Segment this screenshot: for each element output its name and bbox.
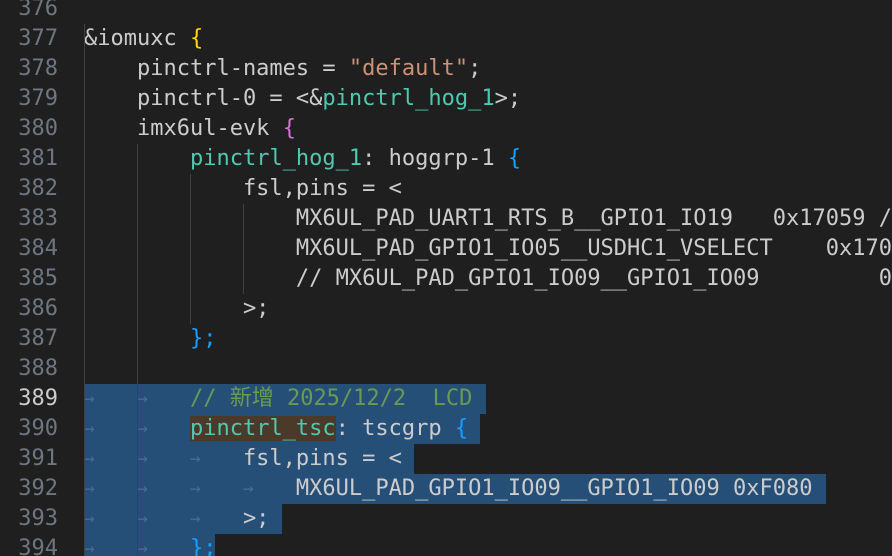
code-line[interactable]: 382 fsl,pins = < [0, 174, 892, 204]
code-token: MX6UL_PAD_GPIO1_IO05__USDHC1_VSELECT 0x1… [84, 236, 892, 261]
code-line[interactable]: 379 pinctrl-0 = <&pinctrl_hog_1>; [0, 84, 892, 114]
code-token: >; [84, 506, 270, 531]
code-token: MX6UL_PAD_UART1_RTS_B__GPIO1_IO19 0x1705… [84, 206, 892, 231]
line-number: 385 [18, 266, 58, 291]
code-line[interactable]: → → 394 }; [0, 534, 892, 556]
line-number: 389 [18, 386, 58, 411]
line-number: 377 [18, 26, 58, 51]
code-line[interactable]: → → 389 // 新增 2025/12/2 LCD [0, 384, 892, 414]
code-token: pinctrl_tsc [189, 416, 336, 441]
code-token: pinctrl_hog_1 [322, 86, 495, 111]
code-line[interactable]: → → → 391 fsl,pins = < [0, 444, 892, 474]
line-number: 393 [18, 506, 58, 531]
line-number: 387 [18, 326, 58, 351]
indent-guide [84, 24, 85, 556]
code-token: }; [189, 536, 217, 556]
code-line[interactable]: 384 MX6UL_PAD_GPIO1_IO05__USDHC1_VSELECT… [0, 234, 892, 264]
code-token: "default" [348, 56, 469, 81]
code-text: MX6UL_PAD_UART1_RTS_B__GPIO1_IO19 0x1705… [84, 204, 892, 234]
code-line[interactable]: 386 >; [0, 294, 892, 324]
code-text: pinctrl-names = "default"; [84, 54, 481, 84]
code-text: >; [84, 294, 270, 324]
code-text: >; [84, 504, 270, 534]
code-token: : tscgrp [335, 416, 455, 441]
line-number: 378 [18, 56, 58, 81]
code-text: // 新增 2025/12/2 LCD [84, 384, 472, 414]
code-token: // MX6UL_PAD_GPIO1_IO09__GPIO1_IO09 0x [84, 266, 892, 291]
code-text: MX6UL_PAD_GPIO1_IO09__GPIO1_IO09 0xF080 [84, 474, 813, 504]
code-token: pinctrl_hog_1 [189, 146, 363, 171]
code-token: fsl,pins = < [84, 446, 402, 471]
code-token: imx6ul-evk [84, 116, 283, 141]
code-token: pinctrl-0 = <& [84, 86, 323, 111]
line-number: 390 [18, 416, 58, 441]
code-token: >; [84, 296, 270, 321]
code-text: pinctrl_hog_1: hoggrp-1 { [84, 144, 521, 174]
code-token: }; [189, 326, 217, 351]
code-text: &iomuxc { [84, 24, 203, 54]
line-number: 380 [18, 116, 58, 141]
code-token: // 新增 2025/12/2 LCD [189, 386, 473, 411]
code-line[interactable]: → → 390 pinctrl_tsc: tscgrp { [0, 414, 892, 444]
line-number: 381 [18, 146, 58, 171]
code-text: MX6UL_PAD_GPIO1_IO05__USDHC1_VSELECT 0x1… [84, 234, 892, 264]
code-line[interactable]: 383 MX6UL_PAD_UART1_RTS_B__GPIO1_IO19 0x… [0, 204, 892, 234]
code-editor[interactable]: 376 377 &iomuxc {378 pinctrl-names = "defa… [0, 0, 892, 556]
line-number: 392 [18, 476, 58, 501]
code-token: : hoggrp-1 [362, 146, 508, 171]
code-token: >; [494, 86, 522, 111]
line-number: 383 [18, 206, 58, 231]
code-line[interactable]: 377 &iomuxc { [0, 24, 892, 54]
code-line[interactable]: 381 pinctrl_hog_1: hoggrp-1 { [0, 144, 892, 174]
code-line[interactable]: 378 pinctrl-names = "default"; [0, 54, 892, 84]
code-token: fsl,pins = < [84, 176, 402, 201]
code-line[interactable]: 388 [0, 354, 892, 384]
line-number: 384 [18, 236, 58, 261]
code-text: pinctrl-0 = <&pinctrl_hog_1>; [84, 84, 521, 114]
code-token: pinctrl-names = [84, 56, 349, 81]
code-text: imx6ul-evk { [84, 114, 296, 144]
code-text: pinctrl_tsc: tscgrp { [84, 414, 468, 444]
code-token: { [189, 26, 204, 51]
code-line[interactable]: → → → → 392 MX6UL_PAD_GPIO1_IO09__GPIO1_IO09… [0, 474, 892, 504]
line-number: 376 [18, 0, 58, 21]
indent-guide [243, 204, 244, 294]
code-token: { [507, 146, 522, 171]
code-text: }; [84, 534, 217, 556]
code-text: fsl,pins = < [84, 174, 402, 204]
code-line[interactable]: 385 // MX6UL_PAD_GPIO1_IO09__GPIO1_IO09 … [0, 264, 892, 294]
code-text: // MX6UL_PAD_GPIO1_IO09__GPIO1_IO09 0x [84, 264, 892, 294]
line-number: 379 [18, 86, 58, 111]
line-number: 391 [18, 446, 58, 471]
code-token: { [282, 116, 296, 141]
line-number: 386 [18, 296, 58, 321]
indent-guide [137, 144, 138, 556]
line-number: 394 [18, 536, 58, 556]
code-token: ; [468, 56, 482, 81]
code-line[interactable]: 387 }; [0, 324, 892, 354]
code-token: &iomuxc [84, 26, 190, 51]
code-token: MX6UL_PAD_GPIO1_IO09__GPIO1_IO09 0xF080 [84, 476, 813, 501]
code-line[interactable]: → → → 393 >; [0, 504, 892, 534]
line-number: 382 [18, 176, 58, 201]
code-text: fsl,pins = < [84, 444, 402, 474]
code-text: }; [84, 324, 217, 354]
code-line[interactable]: 380 imx6ul-evk { [0, 114, 892, 144]
indent-guide [190, 174, 191, 324]
code-line[interactable]: 376 [0, 0, 892, 24]
code-token: { [454, 416, 469, 441]
line-number: 388 [18, 356, 58, 381]
